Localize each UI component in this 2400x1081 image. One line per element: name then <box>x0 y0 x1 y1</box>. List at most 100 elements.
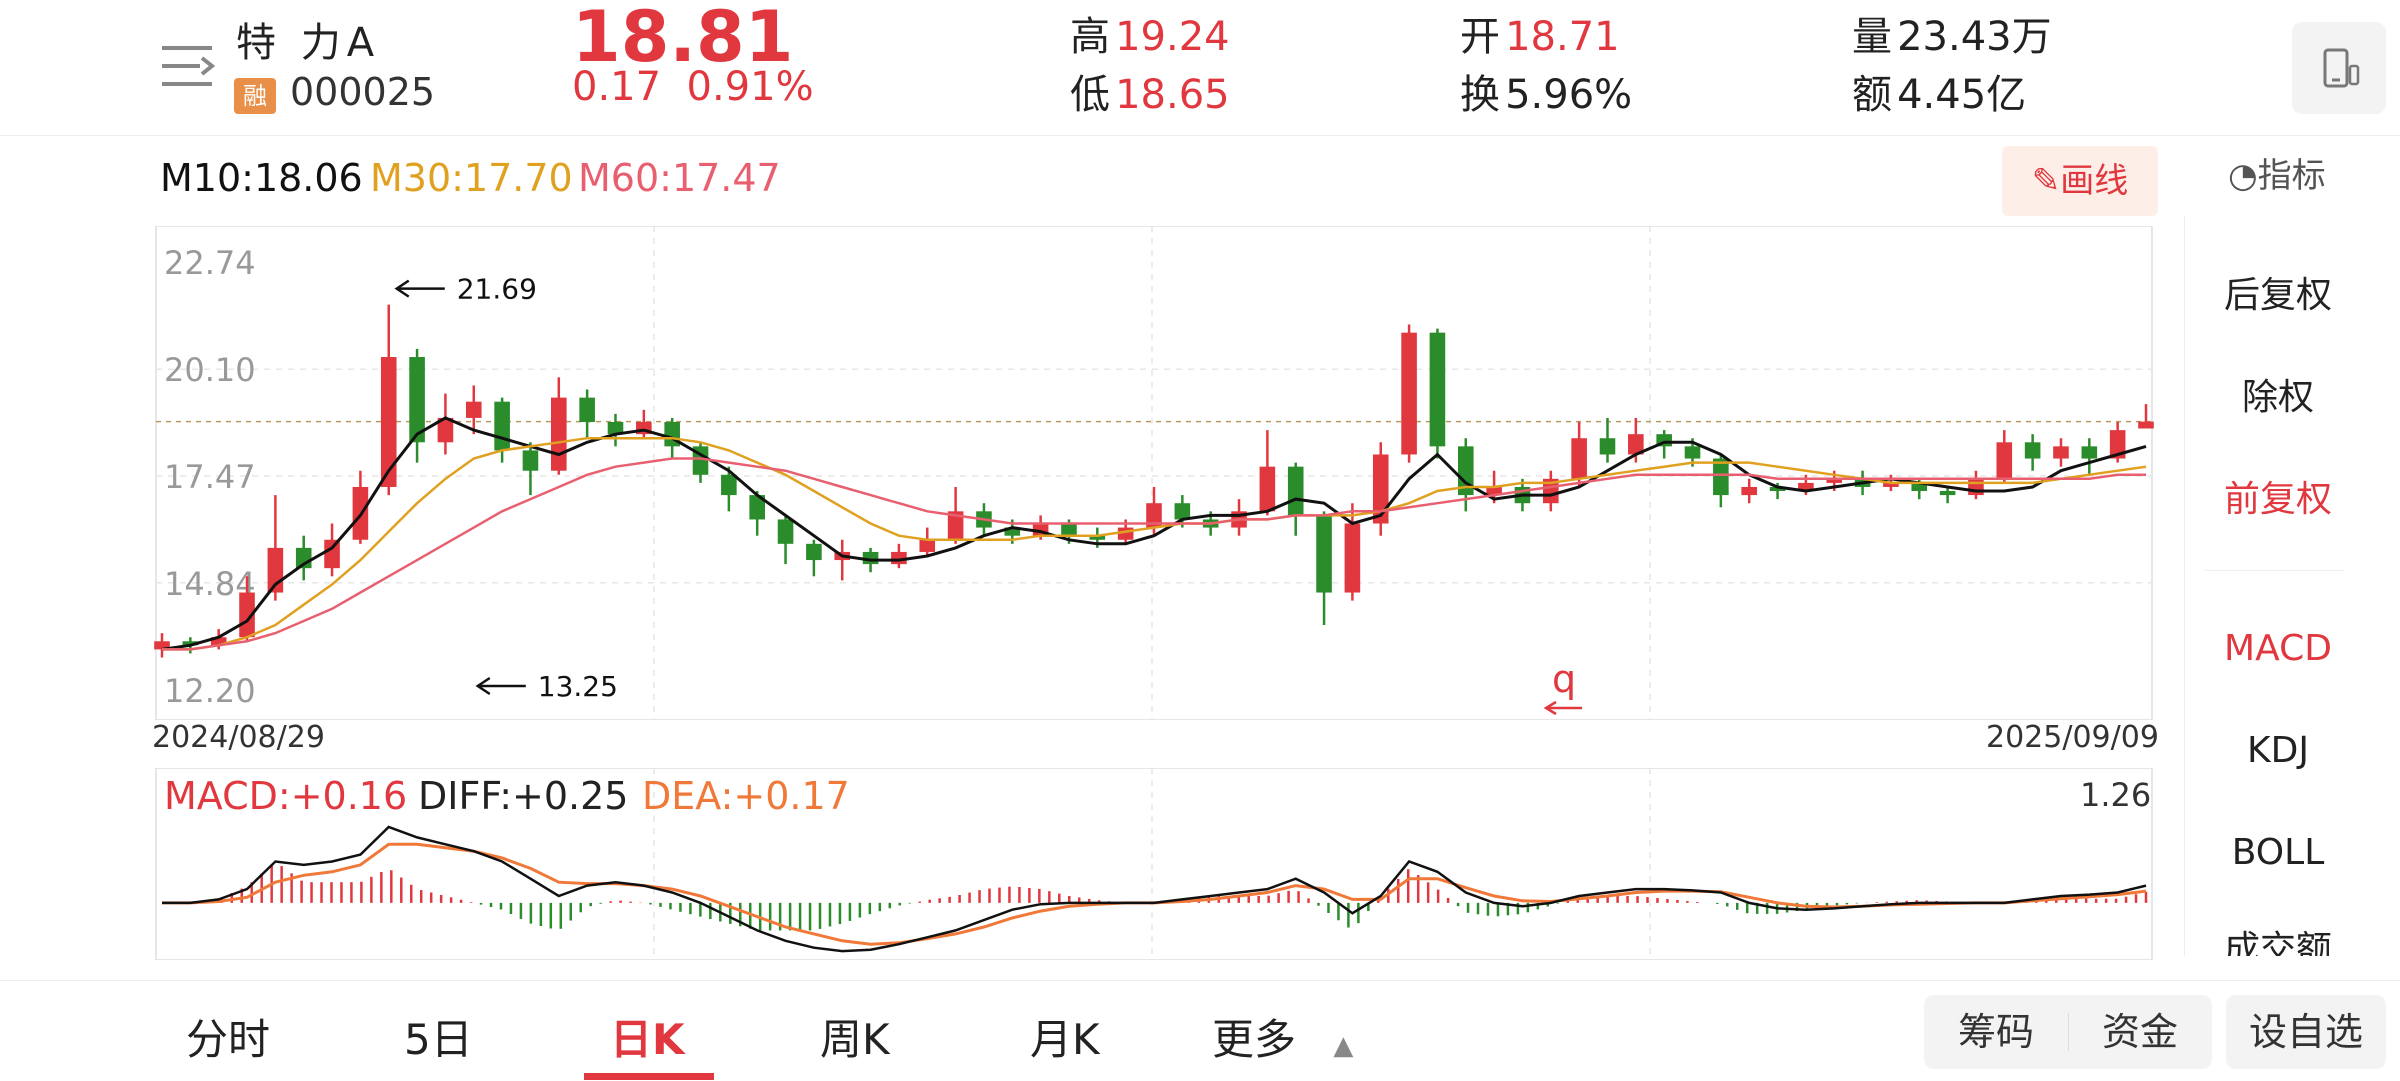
tab-more-label: 更多 <box>1212 1015 1297 1064</box>
macd-option[interactable]: MACD <box>2185 628 2371 669</box>
change-percent: 0.91% <box>686 64 814 110</box>
volume-stat: 量 23.43万 <box>1852 4 2052 62</box>
volume-label: 量 <box>1852 14 1892 60</box>
candle-body <box>2053 446 2069 459</box>
forward-adjusted-option[interactable]: 前复权 <box>2185 470 2371 522</box>
caret-up-icon: ▲ <box>1333 1031 1354 1061</box>
amount-value: 4.45亿 <box>1897 72 2027 118</box>
funds-button[interactable]: 资金 <box>2068 995 2212 1069</box>
candle-body <box>1968 478 1984 496</box>
tab-more[interactable]: 更多 ▲ <box>1212 1006 1353 1067</box>
diff-value: DIFF:+0.25 <box>418 774 629 818</box>
start-date: 2024/08/29 <box>152 720 325 755</box>
candle-body <box>1571 438 1587 479</box>
candle-body <box>1174 503 1191 520</box>
candle-body <box>2081 446 2098 459</box>
candle-body <box>1741 486 1757 496</box>
candle-body <box>1599 438 1616 455</box>
ma60-legend: M60:17.47 <box>578 156 781 200</box>
candle-body <box>919 539 936 552</box>
tab-5day[interactable]: 5日 <box>404 1006 473 1067</box>
back-adjusted-option[interactable]: 后复权 <box>2185 266 2371 318</box>
margin-badge: 融 <box>234 78 276 114</box>
tab-daily-k[interactable]: 日K <box>610 1006 685 1067</box>
turnover-amount-option[interactable]: 成交额 <box>2185 920 2371 956</box>
dea-line <box>162 842 2147 946</box>
y-tick-label: 20.10 <box>164 351 256 389</box>
q-annotation: q <box>1552 657 1576 701</box>
y-tick-label: 12.20 <box>164 672 256 710</box>
candle-body <box>324 539 340 569</box>
candle-body <box>522 450 539 471</box>
open-value: 18.71 <box>1505 14 1620 60</box>
price-change: 0.17 0.91% <box>572 64 814 110</box>
panel-divider <box>2205 570 2345 571</box>
candle-body <box>2024 442 2041 459</box>
candle-body <box>1401 332 1417 455</box>
phone-icon <box>2323 48 2360 88</box>
ma-line-m30 <box>162 436 2147 651</box>
pencil-icon: ✎ <box>2031 161 2061 201</box>
turnover-label: 换 <box>1460 72 1500 118</box>
ma30-legend: M30:17.70 <box>370 156 573 200</box>
indicator-label: 指标 <box>2257 156 2326 196</box>
candle-body <box>1316 515 1332 593</box>
rotate-screen-button[interactable] <box>2292 22 2386 114</box>
diff-line <box>162 825 2147 953</box>
draw-line-button[interactable]: ✎画线 <box>2002 146 2158 216</box>
candle-body <box>1429 332 1446 447</box>
candle-body <box>2138 421 2154 429</box>
tab-weekly-k[interactable]: 周K <box>820 1006 890 1067</box>
draw-line-label: 画线 <box>2060 161 2129 201</box>
add-watchlist-button[interactable]: 设自选 <box>2226 995 2386 1069</box>
turnover-stat: 换 5.96% <box>1460 62 1632 120</box>
menu-icon[interactable] <box>150 36 220 96</box>
candle-body <box>1259 466 1276 512</box>
stock-name: 特 力A <box>236 20 381 66</box>
stock-code: 000025 <box>290 70 436 114</box>
volume-value: 23.43万 <box>1897 14 2052 60</box>
boll-option[interactable]: BOLL <box>2185 832 2371 873</box>
macd-axis-max: 1.26 <box>2080 776 2152 814</box>
change-value: 0.17 <box>572 64 662 110</box>
open-label: 开 <box>1460 14 1500 60</box>
candle-body <box>551 397 567 471</box>
tab-intraday[interactable]: 分时 <box>186 1006 270 1067</box>
high-label: 高 <box>1070 14 1110 60</box>
kline-chart[interactable]: 22.7420.1017.4714.8412.2021.6913.25 q <box>150 226 2160 720</box>
candle-body <box>1713 458 1729 496</box>
high-stat: 高 19.24 <box>1070 4 1230 62</box>
candle-body <box>1939 491 1956 496</box>
chips-funds-group: 筹码 资金 <box>1924 995 2212 1069</box>
gauge-icon: ◔ <box>2228 156 2258 196</box>
macd-value: MACD:+0.16 <box>164 774 408 818</box>
candle-body <box>494 401 510 451</box>
amount-label: 额 <box>1852 72 1892 118</box>
low-value: 18.65 <box>1115 72 1230 118</box>
turnover-option-clip: 成交额 <box>2185 920 2371 956</box>
candle-body <box>806 543 822 561</box>
candle-body <box>1996 442 2013 479</box>
low-label: 低 <box>1070 72 1110 118</box>
end-date: 2025/09/09 <box>1986 720 2159 755</box>
candle-body <box>465 401 482 418</box>
tab-monthly-k[interactable]: 月K <box>1030 1006 1100 1067</box>
candle-body <box>777 519 794 544</box>
candle-body <box>721 474 737 496</box>
candle-body <box>579 397 595 422</box>
candle-body <box>1344 523 1361 593</box>
quote-header: 特 力A 融 000025 18.81 0.17 0.91% 高 19.24 低… <box>0 0 2400 136</box>
candle-body <box>380 357 397 487</box>
open-stat: 开 18.71 <box>1460 4 1620 62</box>
max-marker-label: 21.69 <box>457 273 537 306</box>
chips-button[interactable]: 筹码 <box>1924 995 2068 1069</box>
dea-value: DEA:+0.17 <box>642 774 850 818</box>
kdj-option[interactable]: KDJ <box>2185 730 2371 771</box>
low-stat: 低 18.65 <box>1070 62 1230 120</box>
candle-body <box>1117 527 1134 540</box>
indicator-button[interactable]: ◔指标 <box>2228 148 2326 197</box>
y-tick-label: 22.74 <box>164 244 256 282</box>
ex-rights-option[interactable]: 除权 <box>2185 368 2371 420</box>
candle-body <box>1684 446 1701 459</box>
right-panel: 后复权 除权 前复权 MACD KDJ BOLL 成交额 <box>2184 216 2400 956</box>
